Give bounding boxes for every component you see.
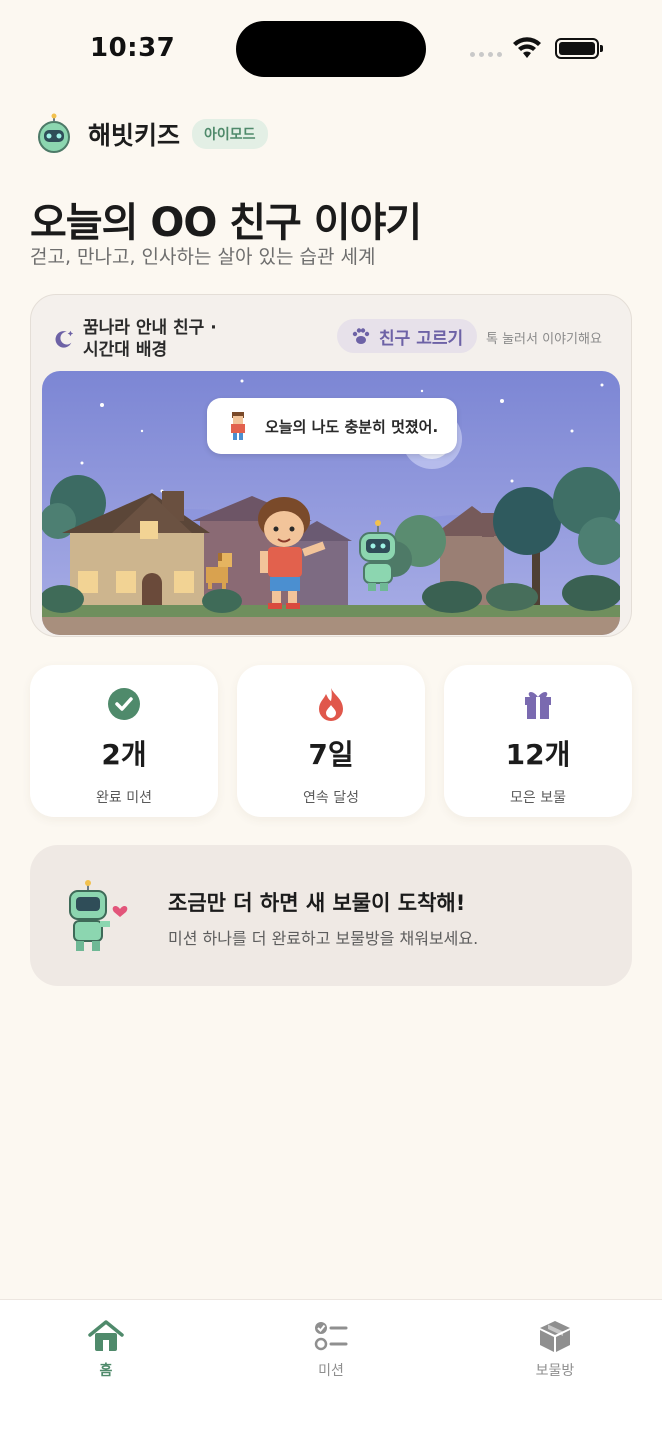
scene-label: 꿈나라 안내 친구 · 시간대 배경 xyxy=(83,318,217,360)
robot-logo-icon xyxy=(38,113,70,153)
stat-label: 완료 미션 xyxy=(96,790,152,806)
gift-icon xyxy=(521,687,555,721)
tab-label: 홈 xyxy=(99,1363,113,1379)
stat-label: 연속 달성 xyxy=(303,790,359,806)
brand-name: 해빗키즈 xyxy=(88,121,181,150)
stat-card-missions[interactable]: 2개 완료 미션 xyxy=(30,665,218,817)
tab-bar: 홈 미션 보물방 xyxy=(0,1299,662,1440)
wifi-icon xyxy=(513,37,541,58)
page-title: 오늘의 OO 친구 이야기 xyxy=(30,200,422,246)
mode-badge[interactable]: 아이모드 xyxy=(192,119,268,149)
dynamic-island xyxy=(236,21,426,77)
paw-icon xyxy=(352,328,370,344)
battery-icon xyxy=(555,38,603,59)
status-bar: 10:37 xyxy=(0,0,662,96)
stat-card-streak[interactable]: 7일 연속 달성 xyxy=(237,665,425,817)
stat-value: 2개 xyxy=(101,738,147,771)
box-icon xyxy=(540,1321,570,1352)
speech-bubble-text: 오늘의 나도 충분히 멋졌어. xyxy=(265,417,439,436)
stat-value: 7일 xyxy=(308,738,354,771)
checklist-icon xyxy=(314,1322,348,1351)
tab-treasure-room[interactable]: 보물방 xyxy=(495,1318,615,1380)
check-circle-icon xyxy=(107,687,141,721)
scene-card: 꿈나라 안내 친구 · 시간대 배경 친구 고르기 톡 눌러서 이야기해요 오늘… xyxy=(30,294,632,637)
speech-bubble[interactable]: 오늘의 나도 충분히 멋졌어. xyxy=(207,398,457,454)
tab-missions[interactable]: 미션 xyxy=(271,1318,391,1380)
tab-label: 미션 xyxy=(318,1363,344,1379)
scene-header: 꿈나라 안내 친구 · 시간대 배경 xyxy=(53,317,233,361)
tab-home[interactable]: 홈 xyxy=(46,1318,166,1380)
stat-label: 모은 보물 xyxy=(510,790,566,806)
promo-subtitle: 미션 하나를 더 완료하고 보물방을 채워보세요. xyxy=(168,929,479,948)
robot-heart-icon xyxy=(69,880,128,951)
stat-card-treasures[interactable]: 12개 모은 보물 xyxy=(444,665,632,817)
home-icon xyxy=(88,1320,124,1351)
moon-icon xyxy=(55,330,74,348)
page-subtitle: 걷고, 만나고, 인사하는 살아 있는 습관 세계 xyxy=(30,246,376,268)
friend-pick-button[interactable]: 친구 고르기 xyxy=(337,319,478,353)
stat-value: 12개 xyxy=(505,738,571,771)
tab-label: 보물방 xyxy=(535,1363,575,1379)
promo-title: 조금만 더 하면 새 보물이 도착해! xyxy=(168,891,466,915)
boy-avatar-icon xyxy=(231,412,245,440)
status-time: 10:37 xyxy=(90,33,176,63)
signal-icon xyxy=(470,52,502,57)
friend-pick-label: 친구 고르기 xyxy=(379,328,464,349)
tap-hint: 톡 눌러서 이야기해요 xyxy=(486,332,602,347)
flame-icon xyxy=(314,687,348,721)
brand-row: 해빗키즈 아이모드 xyxy=(34,113,268,155)
promo-banner[interactable]: 조금만 더 하면 새 보물이 도착해! 미션 하나를 더 완료하고 보물방을 채… xyxy=(30,845,632,986)
